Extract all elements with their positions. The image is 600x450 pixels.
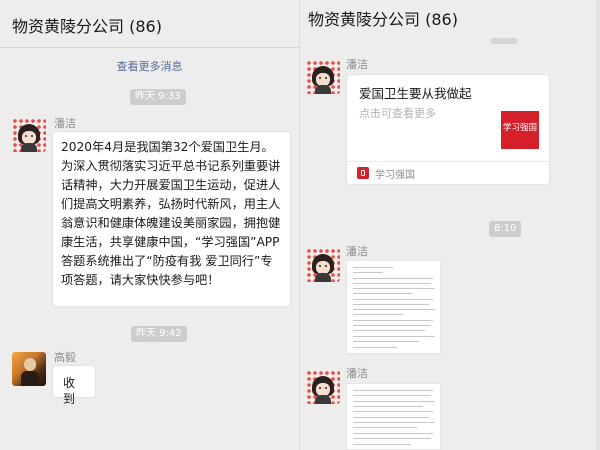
document-image[interactable] (346, 260, 441, 354)
avatar[interactable] (306, 370, 340, 404)
avatar[interactable] (306, 248, 340, 282)
chat-title: 物资黄陵分公司 (86) (0, 0, 299, 48)
avatar[interactable] (306, 60, 340, 94)
card-source: 学习强国 (375, 170, 415, 181)
card-title: 爱国卫生要从我做起 (359, 86, 472, 101)
avatar[interactable] (12, 352, 46, 386)
chat-panel-left: 物资黄陵分公司 (86) 查看更多消息 昨天 9:33 潘洁 2020年4月是我… (0, 0, 300, 450)
card-subtitle: 点击可查看更多 (359, 107, 436, 120)
sender-name: 高毅 (54, 351, 76, 364)
chat-title: 物资黄陵分公司 (86) (308, 10, 458, 29)
scrollbar[interactable] (596, 0, 600, 450)
sender-name: 潘洁 (346, 367, 368, 380)
message-text: 2020年4月是我国第32个爱国卫生月。为深入贯彻落实习近平总书记系列重要讲话精… (61, 140, 281, 287)
message-bubble[interactable]: 2020年4月是我国第32个爱国卫生月。为深入贯彻落实习近平总书记系列重要讲话精… (52, 131, 291, 307)
view-more-messages-link[interactable]: 查看更多消息 (0, 58, 299, 74)
sender-name: 潘洁 (346, 58, 368, 71)
card-divider (347, 161, 549, 162)
timestamp: 昨天 9:42 (131, 326, 187, 342)
card-thumbnail-text: 学习强国 (502, 123, 537, 133)
card-thumbnail: 学习强国 (501, 111, 539, 149)
sender-name: 潘洁 (346, 245, 368, 258)
chat-panel-right: 物资黄陵分公司 (86) 潘洁 爱国卫生要从我做起 点击可查看更多 学习强国 学… (300, 0, 600, 450)
avatar[interactable] (12, 118, 46, 152)
xuexi-qiangguo-icon (357, 167, 369, 179)
timestamp: 8:10 (489, 221, 522, 237)
message-text: 收到 (63, 376, 76, 406)
timestamp: 昨天 9:33 (130, 89, 186, 105)
message-bubble[interactable]: 收到 (52, 365, 96, 406)
link-card[interactable]: 爱国卫生要从我做起 点击可查看更多 学习强国 学习强国 (346, 74, 550, 185)
sender-name: 潘洁 (54, 117, 76, 130)
timestamp-partial (490, 38, 518, 44)
document-image[interactable] (346, 383, 441, 450)
